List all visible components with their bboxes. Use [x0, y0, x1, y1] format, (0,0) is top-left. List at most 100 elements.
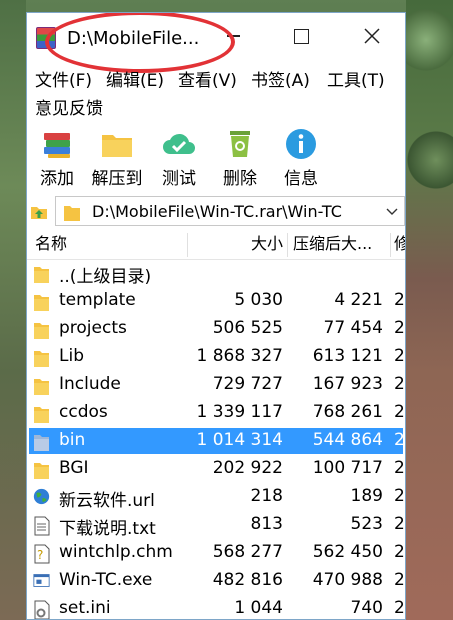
menu-tools[interactable]: 工具(T): [327, 66, 385, 91]
file-name: ..(上级目录): [59, 267, 152, 287]
file-row[interactable]: Win-TC.exe 482 816 470 988 2: [27, 568, 405, 596]
up-folder-icon[interactable]: [30, 202, 48, 220]
file-modified: 2: [394, 598, 405, 618]
column-divider: [187, 233, 188, 257]
file-size: 5 030: [234, 290, 283, 310]
path-text: D:\MobileFile\Win-TC.rar\Win-TC: [92, 202, 342, 221]
column-divider: [390, 233, 391, 257]
file-name: Include: [59, 374, 121, 394]
file-size: 1 014 314: [196, 430, 283, 450]
column-divider: [287, 233, 288, 257]
folder-icon: [33, 264, 50, 284]
file-size: 218: [250, 486, 283, 506]
file-packed-size: 740: [350, 598, 383, 618]
menu-bar: 文件(F) 编辑(E) 查看(V) 书签(A) 工具(T) 意见反馈: [27, 63, 405, 119]
file-row[interactable]: Include 729 727 167 923 2: [27, 372, 405, 400]
file-modified: 2: [394, 290, 405, 310]
folder-icon: [33, 348, 50, 368]
file-row[interactable]: Lib 1 868 327 613 121 2: [27, 344, 405, 372]
menu-edit[interactable]: 编辑(E): [106, 66, 164, 91]
file-row[interactable]: BGI 202 922 100 717 2: [27, 456, 405, 484]
file-modified: 2: [394, 514, 405, 534]
file-modified: 2: [394, 430, 405, 450]
folder-icon: [33, 460, 50, 480]
exe-file-icon: [33, 572, 50, 592]
path-combobox[interactable]: D:\MobileFile\Win-TC.rar\Win-TC: [55, 196, 405, 226]
file-name: set.ini: [59, 598, 111, 618]
folder-icon: [33, 292, 50, 312]
close-button[interactable]: [355, 21, 389, 51]
info-label: 信息: [284, 169, 318, 189]
file-size: 568 277: [212, 542, 283, 562]
file-row[interactable]: 下载说明.txt 813 523 2: [27, 512, 405, 540]
file-size: 1 044: [234, 598, 283, 618]
recycle-bin-icon: [230, 131, 250, 157]
settings-file-icon: [33, 600, 50, 619]
menu-feedback[interactable]: 意见反馈: [35, 94, 103, 119]
file-packed-size: 768 261: [312, 402, 383, 422]
maximize-icon: [293, 28, 309, 44]
file-name: Lib: [59, 346, 84, 366]
folder-icon: [33, 376, 50, 396]
file-packed-size: 4 221: [334, 290, 383, 310]
folder-icon: [64, 206, 80, 221]
folder-icon: [33, 404, 50, 424]
file-size: 506 525: [212, 318, 283, 338]
menu-view[interactable]: 查看(V): [178, 66, 237, 91]
file-size: 1 339 117: [196, 402, 283, 422]
minimize-button[interactable]: [216, 21, 250, 51]
help-file-icon: ?: [33, 544, 50, 564]
window-title: D:\MobileFile...: [67, 28, 200, 49]
file-size: 729 727: [212, 374, 283, 394]
column-size[interactable]: 大小: [189, 229, 283, 259]
file-modified: 2: [394, 346, 405, 366]
info-icon: [286, 129, 316, 159]
file-row[interactable]: 新云软件.url 218 189 2: [27, 484, 405, 512]
test-label: 测试: [162, 169, 196, 189]
file-packed-size: 100 717: [312, 458, 383, 478]
svg-text:?: ?: [37, 548, 43, 562]
file-name: BGI: [59, 458, 89, 478]
column-header: 名称 大小 压缩后大... 修: [27, 229, 405, 260]
file-name: template: [59, 290, 136, 310]
file-row[interactable]: template 5 030 4 221 2: [27, 288, 405, 316]
file-size: 202 922: [212, 458, 283, 478]
file-name: projects: [59, 318, 127, 338]
column-name[interactable]: 名称: [35, 229, 175, 259]
file-name: bin: [59, 430, 86, 450]
cloud-check-icon: [163, 133, 195, 154]
column-packed[interactable]: 压缩后大...: [293, 229, 389, 259]
menu-file[interactable]: 文件(F): [35, 66, 92, 91]
file-name: Win-TC.exe: [59, 570, 153, 590]
winrar-app-icon: [36, 27, 56, 49]
file-name: 下载说明.txt: [59, 519, 156, 539]
file-modified: 2: [394, 570, 405, 590]
file-packed-size: 523: [350, 514, 383, 534]
chevron-down-icon[interactable]: [386, 205, 398, 217]
title-bar[interactable]: D:\MobileFile...: [27, 13, 405, 63]
books-icon: [44, 133, 70, 158]
column-modified[interactable]: 修: [394, 229, 405, 259]
folder-icon: [33, 432, 50, 452]
folder-icon: [33, 320, 50, 340]
file-size: 813: [250, 514, 283, 534]
globe-icon: [33, 488, 50, 508]
file-row[interactable]: ..(上级目录): [27, 260, 405, 288]
archive-window: D:\MobileFile... 文件(F) 编辑(E) 查看(V) 书签(A)…: [26, 12, 406, 620]
file-row[interactable]: set.ini 1 044 740 2: [27, 596, 405, 619]
desktop-background-left: [0, 0, 26, 620]
file-row[interactable]: ? wintchlp.chm 568 277 562 450 2: [27, 540, 405, 568]
file-packed-size: 167 923: [312, 374, 383, 394]
file-row[interactable]: projects 506 525 77 454 2: [27, 316, 405, 344]
desktop-background-right: [406, 0, 453, 620]
file-row[interactable]: ccdos 1 339 117 768 261 2: [27, 400, 405, 428]
file-modified: 2: [394, 318, 405, 338]
file-name: wintchlp.chm: [59, 542, 173, 562]
maximize-button[interactable]: [284, 21, 318, 51]
menu-bookmarks[interactable]: 书签(A): [251, 66, 310, 91]
add-label: 添加: [40, 169, 74, 189]
file-packed-size: 470 988: [312, 570, 383, 590]
address-bar: D:\MobileFile\Win-TC.rar\Win-TC: [27, 196, 405, 228]
close-icon: [364, 28, 380, 44]
file-row[interactable]: bin 1 014 314 544 864 2: [27, 428, 405, 456]
